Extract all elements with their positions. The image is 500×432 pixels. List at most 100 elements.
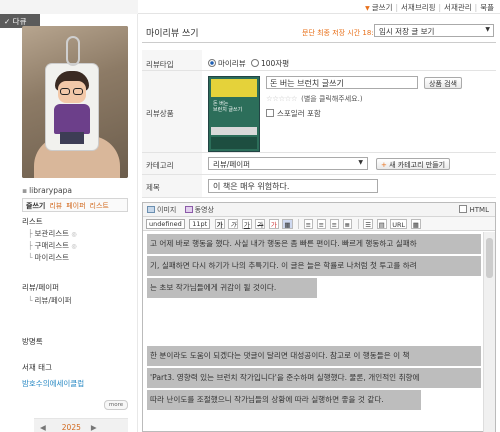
html-toggle[interactable]: HTML	[458, 205, 489, 214]
separator: |	[438, 3, 442, 12]
link-icon[interactable]: URL	[390, 219, 408, 229]
divider	[142, 152, 496, 153]
review-product-label: 리뷰상품	[146, 109, 174, 118]
highlight-icon[interactable]: ▦	[282, 219, 293, 229]
tab-review[interactable]: 리뷰	[49, 202, 62, 210]
radio-label: 100자평	[261, 59, 290, 68]
video-button[interactable]: 동영상	[184, 206, 214, 214]
category-label: 카테고리	[146, 161, 174, 170]
font-color-button[interactable]: 가	[268, 219, 279, 229]
editor-line: 따라 난이도를 조절했으니 작가님들의 상황에 따라 실행하면 좋을 것 같다.	[147, 390, 421, 410]
top-link-bookple[interactable]: 북플	[480, 2, 494, 13]
radio-icon	[208, 59, 216, 67]
more-button[interactable]: more	[104, 400, 128, 410]
lock-icon: ◎	[71, 243, 77, 250]
list-item[interactable]: ├ 구매리스트 ◎	[28, 240, 77, 252]
table-icon[interactable]: ▦	[410, 219, 421, 229]
align-right-icon[interactable]: ≡	[329, 219, 340, 229]
align-left-icon[interactable]: ≡	[303, 219, 314, 229]
prev-year-icon[interactable]: ◀	[40, 423, 46, 432]
cover-band	[211, 79, 257, 97]
blockquote-icon[interactable]: ▤	[376, 219, 387, 229]
top-link-write[interactable]: 글쓰기	[372, 2, 393, 13]
new-category-button[interactable]: + 새 카테고리 만들기	[376, 158, 451, 170]
checkbox-icon[interactable]	[458, 205, 467, 213]
tag-link[interactable]: 밤호수의에세이클럽	[22, 378, 84, 389]
radio-my-review[interactable]: 마이리뷰	[208, 59, 246, 68]
tree-line-icon: ├	[28, 229, 33, 238]
editor: 이미지 동영상 HTML undefined 11pt 가 가 가 가 가 ▦ …	[142, 202, 496, 432]
editor-line: 한 분이라도 도움이 되겠다는 댓글이 달리면 대성공이다. 참고로 이 행동들…	[147, 346, 481, 366]
book-title-field[interactable]: 돈 버는 브런치 글쓰기	[266, 76, 418, 89]
top-link-admin[interactable]: 서재관리	[444, 2, 472, 13]
divider	[142, 197, 496, 198]
draft-select[interactable]: 임시 저장 글 보기 ▼	[374, 24, 494, 37]
divider	[142, 70, 496, 71]
font-size-select[interactable]: 11pt	[189, 219, 211, 229]
username[interactable]: ▪ librarypapa	[22, 186, 72, 195]
list-item-label: 보관리스트	[34, 229, 70, 238]
list-tree: ├ 보관리스트 ◎ ├ 구매리스트 ◎ └ 마이리스트	[28, 228, 77, 263]
spoiler-option[interactable]: 스포일러 포함	[266, 108, 321, 119]
star-icons[interactable]: ☆☆☆☆☆	[266, 94, 298, 103]
star-rating[interactable]: ☆☆☆☆☆ (별을 클릭해주세요.)	[266, 94, 363, 104]
review-item[interactable]: └ 리뷰/페이퍼	[28, 295, 72, 306]
editor-line: 기, 실패하면 다시 하기가 나의 추특기다. 이 글은 늘은 학률로 나처럼 …	[147, 256, 481, 276]
book-cover[interactable]: 돈 버는 브런치 글쓰기	[208, 76, 260, 152]
top-bar: ▼ 글쓰기 | 서재브리핑 | 서재관리 | 북플	[0, 0, 500, 14]
list-item[interactable]: ├ 보관리스트 ◎	[28, 228, 77, 240]
next-year-icon[interactable]: ▶	[91, 423, 97, 432]
strikethrough-button[interactable]: 가	[255, 219, 266, 229]
editor-toolbar: undefined 11pt 가 가 가 가 가 ▦ ≡ ≡ ≡ ≣ ☰ ▤ U…	[143, 217, 495, 231]
font-family-select[interactable]: undefined	[146, 219, 185, 229]
figure-body	[54, 104, 90, 134]
category-select[interactable]: 리뷰/페이퍼 ▼	[208, 157, 368, 170]
username-text: librarypapa	[29, 186, 72, 195]
product-search-button[interactable]: 상품 검색	[424, 77, 462, 89]
guestbook-link[interactable]: 방명록	[22, 336, 43, 347]
tags-section-title: 서재 태그	[22, 363, 52, 372]
category-select-value: 리뷰/페이퍼	[213, 160, 251, 169]
review-type-label: 리뷰타입	[146, 60, 174, 69]
italic-button[interactable]: 가	[228, 219, 239, 229]
editor-scrollbar[interactable]	[483, 232, 495, 432]
radio-label: 마이리뷰	[218, 59, 246, 68]
align-justify-icon[interactable]: ≣	[342, 219, 353, 229]
divider	[142, 42, 496, 43]
ordered-list-icon[interactable]: ☰	[363, 219, 374, 229]
tab-write[interactable]: 즐쓰기	[26, 202, 45, 210]
sidebar-tabs: 즐쓰기 리뷰 페이퍼 리스트	[22, 198, 128, 212]
plus-icon: +	[381, 161, 387, 169]
editor-line: 고 어제 바로 행동을 했다. 사실 내가 행동은 좀 빠른 편이다. 빠르게 …	[147, 234, 481, 254]
tab-paper[interactable]: 페이퍼	[66, 202, 85, 210]
bold-button[interactable]: 가	[214, 219, 225, 229]
glasses-icon	[73, 88, 83, 95]
html-toggle-label: HTML	[469, 206, 489, 214]
tree-line-icon: └	[28, 253, 33, 262]
top-bar-left	[0, 0, 138, 14]
tab-list[interactable]: 리스트	[90, 202, 109, 210]
align-center-icon[interactable]: ≡	[316, 219, 327, 229]
editor-body[interactable]: 고 어제 바로 행동을 했다. 사실 내가 행동은 좀 빠른 편이다. 빠르게 …	[143, 232, 495, 432]
bullet-icon: ▪	[22, 186, 28, 195]
title-field[interactable]: 이 책은 매우 위험하다.	[208, 179, 378, 193]
checkbox-icon[interactable]	[266, 109, 274, 117]
cover-title: 돈 버는 브런치 글쓰기	[213, 101, 257, 113]
scrollbar-thumb[interactable]	[486, 238, 493, 278]
top-link-briefing[interactable]: 서재브리핑	[401, 2, 436, 13]
profile-photo	[22, 26, 128, 178]
separator: |	[474, 3, 478, 12]
radio-100-review[interactable]: 100자평	[251, 59, 289, 68]
lock-icon: ◎	[71, 231, 77, 238]
rating-hint: (별을 클릭해주세요.)	[301, 95, 363, 103]
main-content: 마이리뷰 쓰기 문단 최종 저장 시간 18:01:52 임시 저장 글 보기 ▼…	[138, 14, 500, 432]
glasses-icon	[60, 88, 70, 95]
editor-line: 'Part3. 영향력 있는 브런치 작가입니다'을 준수하며 실행했다. 물론…	[147, 368, 481, 388]
underline-button[interactable]: 가	[241, 219, 252, 229]
year-label: 2025	[61, 423, 81, 432]
image-button[interactable]: 이미지	[147, 206, 176, 214]
list-item[interactable]: └ 마이리스트	[28, 252, 77, 263]
top-links: ▼ 글쓰기 | 서재브리핑 | 서재관리 | 북플	[365, 2, 494, 13]
chevron-down-icon: ▼	[358, 159, 363, 166]
cover-stripe	[211, 127, 257, 135]
